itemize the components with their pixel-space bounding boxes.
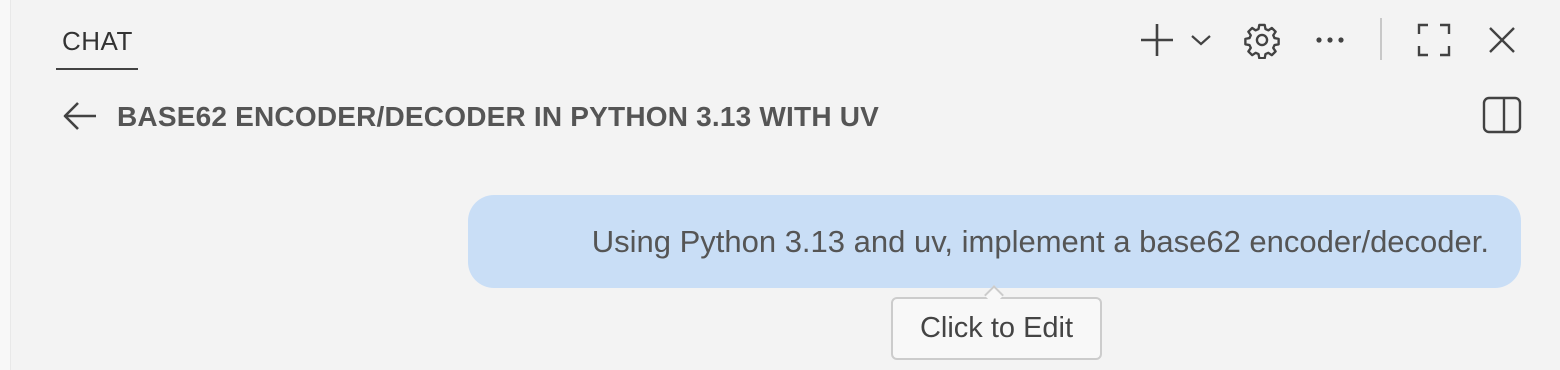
more-actions-button[interactable] bbox=[1310, 22, 1350, 58]
new-chat-dropdown-button[interactable] bbox=[1186, 26, 1216, 54]
settings-button[interactable] bbox=[1240, 18, 1284, 62]
ellipsis-icon bbox=[1315, 36, 1345, 44]
tooltip-text: Click to Edit bbox=[919, 312, 1074, 344]
back-button[interactable] bbox=[60, 98, 100, 138]
tab-chat[interactable]: CHAT bbox=[56, 20, 138, 70]
close-button[interactable] bbox=[1482, 20, 1522, 60]
edit-tooltip: Click to Edit bbox=[891, 297, 1102, 360]
arrow-left-icon bbox=[62, 100, 98, 137]
maximize-icon bbox=[1416, 22, 1452, 58]
panel-left-edge bbox=[0, 0, 11, 370]
user-message-text: Using Python 3.13 and uv, implement a ba… bbox=[591, 223, 1489, 259]
chevron-down-icon bbox=[1190, 33, 1212, 47]
new-chat-button[interactable] bbox=[1137, 20, 1177, 60]
split-panel-button[interactable] bbox=[1480, 96, 1524, 138]
gear-icon bbox=[1243, 21, 1281, 59]
toolbar-divider bbox=[1380, 18, 1382, 60]
close-icon bbox=[1487, 25, 1517, 55]
user-message-bubble[interactable]: Using Python 3.13 and uv, implement a ba… bbox=[468, 195, 1521, 288]
session-title: BASE62 ENCODER/DECODER IN PYTHON 3.13 WI… bbox=[117, 101, 880, 132]
maximize-button[interactable] bbox=[1412, 18, 1456, 62]
split-panel-icon bbox=[1482, 96, 1522, 139]
plus-icon bbox=[1139, 22, 1175, 58]
